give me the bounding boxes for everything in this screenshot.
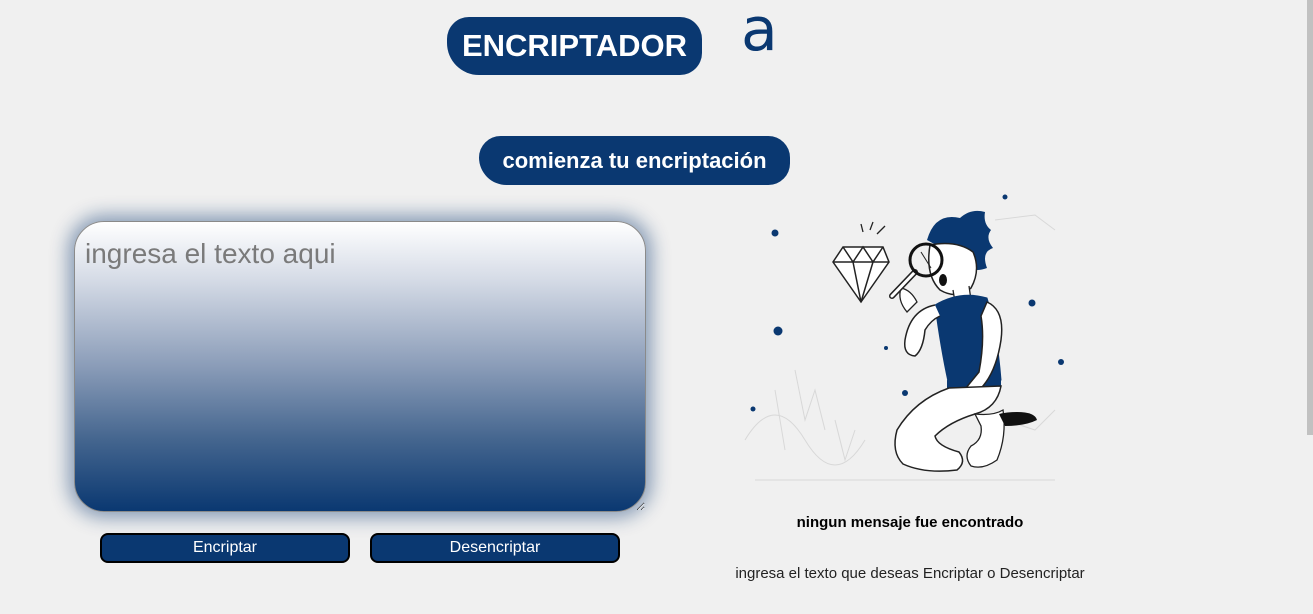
text-input-wrapper xyxy=(74,221,646,512)
person-figure xyxy=(889,210,1037,472)
subtitle-banner: comienza tu encriptación xyxy=(479,136,790,185)
page: ENCRIPTADOR a comienza tu encriptación E… xyxy=(0,0,1313,614)
person-searching-illustration xyxy=(744,194,1064,481)
app-title: ENCRIPTADOR xyxy=(447,17,702,75)
logo-icon: a xyxy=(741,0,778,65)
encrypt-button[interactable]: Encriptar xyxy=(100,533,350,563)
scrollbar-thumb[interactable] xyxy=(1307,0,1313,435)
diamond-icon xyxy=(832,245,890,304)
empty-result-title: ningun mensaje fue encontrado xyxy=(796,514,1024,531)
subtitle-text: comienza tu encriptación xyxy=(502,147,767,173)
text-input[interactable] xyxy=(74,221,646,512)
page-scrollbar[interactable] xyxy=(1307,0,1313,614)
app-title-text: ENCRIPTADOR xyxy=(461,28,688,63)
empty-result-description: ingresa el texto que deseas Encriptar o … xyxy=(735,565,1085,582)
decrypt-button[interactable]: Desencriptar xyxy=(370,533,620,563)
